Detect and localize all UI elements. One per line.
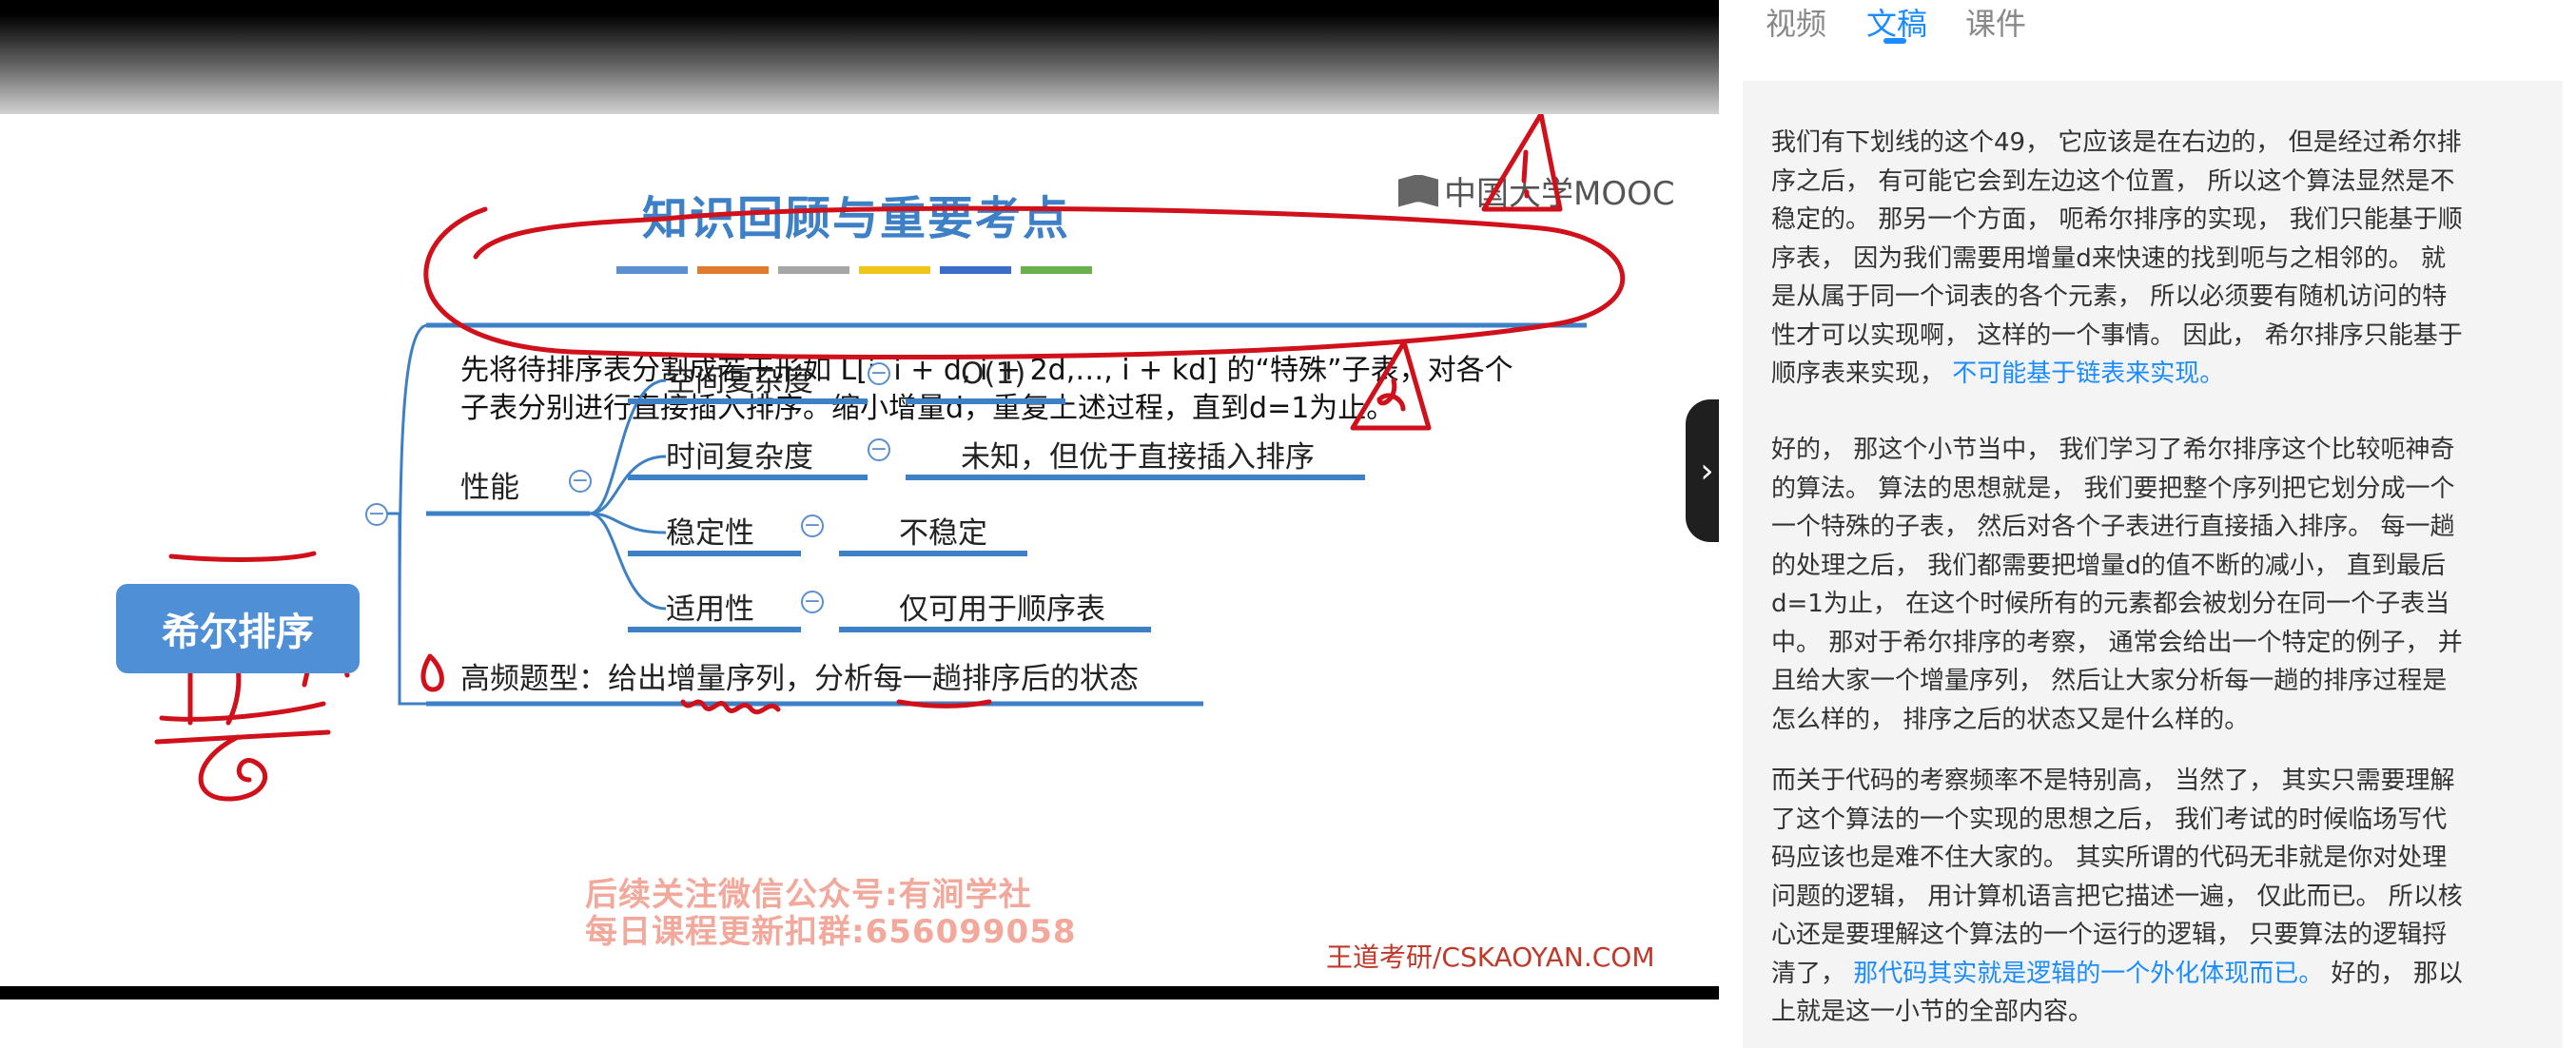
collapse-root-icon[interactable]: − <box>365 503 388 526</box>
prop-value: O(1) <box>961 357 1026 391</box>
transcript-line: 心还是要理解这个算法的一个运行的逻辑， 只要算法的逻辑捋 <box>1771 921 2448 949</box>
prop-label-underline <box>628 551 801 556</box>
transcript-text: 怎么样的， 排序之后的状态又是什么样的。 <box>1771 705 2250 734</box>
tab-courseware[interactable]: 课件 <box>1965 0 2026 44</box>
transcript-highlight[interactable]: 不可能基于链表来实现。 <box>1952 359 2224 388</box>
transcript-line: 顺序表来实现， 不可能基于链表来实现。 <box>1771 355 2523 394</box>
collapse-performance-icon[interactable]: − <box>569 470 592 493</box>
collapse-prop-icon[interactable]: − <box>868 362 890 385</box>
promo-line-2: 每日课程更新扣群:656099058 <box>585 913 1077 951</box>
tab-video[interactable]: 视频 <box>1766 0 1826 44</box>
video-top-gradient <box>0 0 1719 124</box>
prop-label: 适用性 <box>666 592 754 627</box>
transcript-panel[interactable]: 我们有下划线的这个49， 它应该是在右边的， 但是经过希尔排 序之后， 有可能它会… <box>1743 81 2563 1048</box>
prop-value: 不稳定 <box>899 516 987 551</box>
transcript-line: 好的， 那这个小节当中， 我们学习了希尔排序这个比较呃神奇 <box>1771 436 2455 464</box>
transcript-text: 好的， 那以 <box>2323 959 2463 988</box>
cskaoyan-watermark: 王道考研/CSKAOYAN.COM <box>1326 941 1655 973</box>
transcript-line: d=1为止， 在这个时候所有的元素都会被划分在同一个子表当 <box>1771 590 2450 618</box>
prop-label: 稳定性 <box>666 516 754 551</box>
prop-label: 空间复杂度 <box>666 364 813 398</box>
collapse-prop-icon[interactable]: − <box>801 514 824 537</box>
transcript-line: 我们有下划线的这个49， 它应该是在右边的， 但是经过希尔排 <box>1771 128 2462 157</box>
prop-label: 时间复杂度 <box>666 440 813 475</box>
collapse-prop-icon[interactable]: − <box>801 591 824 613</box>
performance-label: 性能 <box>460 471 519 505</box>
transcript-paragraph: 好的， 那这个小节当中， 我们学习了希尔排序这个比较呃神奇 的算法。 算法的思想就… <box>1771 431 2523 739</box>
prop-value-underline <box>906 475 1365 480</box>
chevron-right-icon: › <box>1700 451 1714 491</box>
exam-point-text: 高频题型：给出增量序列，分析每一趟排序后的状态 <box>460 662 1139 696</box>
video-bottom-bar <box>0 986 1719 999</box>
transcript-line: 一个特殊的子表， 然后对各个子表进行直接插入排序。 每一趟 <box>1771 513 2455 541</box>
transcript-line: 怎么样的， 排序之后的状态又是什么样的。 <box>1771 701 2523 740</box>
transcript-line: 性才可以实现啊， 这样的一个事情。 因此， 希尔排序只能基于 <box>1771 320 2463 350</box>
transcript-line: 上就是这一小节的全部内容。 <box>1771 998 2094 1026</box>
collapse-prop-icon[interactable]: − <box>868 438 890 461</box>
transcript-text: 顺序表来实现， <box>1771 359 1945 388</box>
prop-value: 未知，但优于直接插入排序 <box>961 440 1315 475</box>
prop-value-underline <box>906 398 1065 404</box>
transcript-line: 序表， 因为我们需要用增量d来快速的找到呃与之相邻的。 就 <box>1771 243 2447 273</box>
root-node-shell-sort[interactable]: 希尔排序 <box>116 584 360 673</box>
transcript-paragraph: 而关于代码的考察频率不是特别高， 当然了， 其实只需要理解 了这个算法的一个实现的… <box>1771 762 2523 1032</box>
below-video-area <box>0 999 1719 1048</box>
transcript-line: 清了， 那代码其实就是逻辑的一个外化体现而已。 好的， 那以 <box>1771 955 2523 994</box>
transcript-line: 稳定的。 那另一个方面， 呃希尔排序的实现， 我们只能基于顺 <box>1771 205 2463 234</box>
transcript-line: 问题的逻辑， 用计算机语言把它描述一遍， 仅此而已。 所以核 <box>1771 882 2463 911</box>
transcript-line: 的算法。 算法的思想就是， 我们要把整个序列把它划分成一个 <box>1771 474 2455 503</box>
prop-value-underline <box>839 551 1027 556</box>
prop-label-underline <box>628 475 868 480</box>
transcript-line: 的处理之后， 我们都需要把增量d的值不断的减小， 直到最后 <box>1771 551 2447 580</box>
transcript-line: 序之后， 有可能它会到左边这个位置， 所以这个算法显然是不 <box>1771 166 2455 196</box>
video-player[interactable]: 知识回顾与重要考点 中国大学MOOC 先将待排序表分割成若干形如 L[i, i … <box>0 0 1719 1048</box>
transcript-line: 而关于代码的考察频率不是特别高， 当然了， 其实只需要理解 <box>1771 767 2455 795</box>
transcript-line: 码应该也是难不住大家的。 其实所谓的代码无非就是你对处理 <box>1771 844 2448 872</box>
transcript-line: 且给大家一个增量序列， 然后让大家分析每一趟的排序过程是 <box>1771 667 2448 695</box>
prop-value-underline <box>839 627 1151 632</box>
lecture-slide: 知识回顾与重要考点 中国大学MOOC 先将待排序表分割成若干形如 L[i, i … <box>0 114 1719 989</box>
transcript-line: 了这个算法的一个实现的思想之后， 我们考试的时候临场写代 <box>1771 805 2448 834</box>
transcript-line: 是从属于同一个词表的各个元素， 所以必须要有随机访问的特 <box>1771 282 2448 311</box>
prop-value: 仅可用于顺序表 <box>899 592 1105 627</box>
prop-label-underline <box>628 627 801 632</box>
prop-label-underline <box>628 398 868 404</box>
transcript-highlight[interactable]: 那代码其实就是逻辑的一个外化体现而已。 <box>1853 960 2323 988</box>
active-tab-indicator <box>1883 38 1906 44</box>
transcript-paragraph: 我们有下划线的这个49， 它应该是在右边的， 但是经过希尔排 序之后， 有可能它会… <box>1771 124 2523 394</box>
root-node-label: 希尔排序 <box>162 611 314 654</box>
transcript-text: 清了， <box>1771 959 1846 988</box>
transcript-line: 中。 那对于希尔排序的考察， 通常会给出一个特定的例子， 并 <box>1771 628 2463 657</box>
